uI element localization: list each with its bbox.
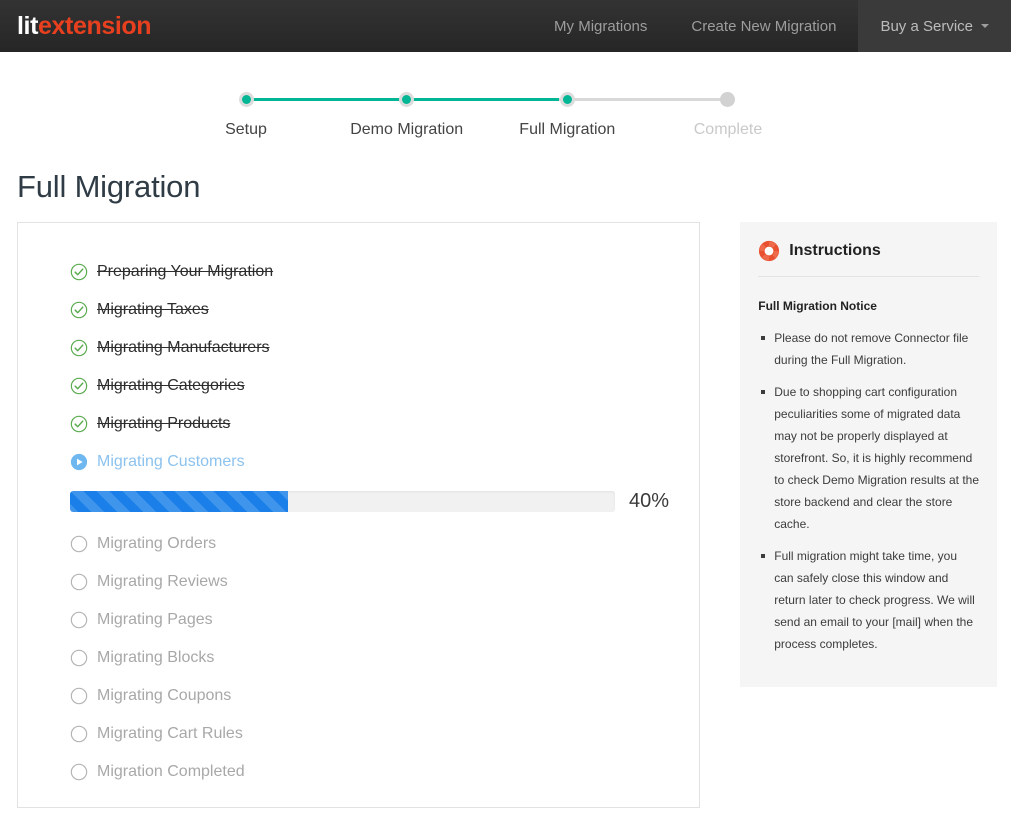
- empty-circle-icon: [70, 725, 88, 743]
- task-row: Migration Completed: [18, 753, 699, 791]
- migration-stepper: Setup Demo Migration Full Migration Comp…: [225, 92, 762, 139]
- lifebuoy-icon: [759, 240, 780, 262]
- task-row: Migrating Products: [18, 405, 699, 443]
- task-row: Migrating Blocks: [18, 639, 699, 677]
- empty-circle-icon: [70, 763, 88, 781]
- instructions-subtitle: Full Migration Notice: [758, 299, 877, 313]
- migration-progress-row: 40%: [18, 481, 699, 525]
- check-circle-icon: [70, 263, 88, 281]
- empty-circle-icon: [70, 535, 88, 553]
- task-label: Migrating Manufacturers: [97, 339, 270, 356]
- nav-item-my-migrations[interactable]: My Migrations: [532, 0, 669, 52]
- task-label: Preparing Your Migration: [97, 263, 274, 280]
- task-label: Migrating Coupons: [97, 687, 232, 704]
- task-label: Migrating Taxes: [97, 301, 209, 318]
- nav-label: Buy a Service: [880, 17, 973, 35]
- instruction-bullet: Please do not remove Connector file duri…: [761, 327, 979, 371]
- task-label: Migration Completed: [97, 763, 245, 780]
- instructions-header: Instructions: [758, 240, 979, 277]
- nav-item-create-new-migration[interactable]: Create New Migration: [669, 0, 858, 52]
- logo-text-lit: lit: [17, 11, 39, 40]
- step-dot-icon: [720, 92, 736, 107]
- task-row: Migrating Categories: [18, 367, 699, 405]
- task-label: Migrating Cart Rules: [97, 725, 243, 742]
- instructions-panel: Instructions Full Migration Notice Pleas…: [740, 222, 997, 687]
- task-label: Migrating Products: [97, 415, 231, 432]
- step-dot-icon: [559, 92, 575, 107]
- migration-progress-panel: Preparing Your Migration Migrating Taxes…: [17, 222, 701, 808]
- nav-label: My Migrations: [554, 17, 648, 35]
- page-title: Full Migration: [17, 169, 201, 204]
- task-label: Migrating Pages: [97, 611, 213, 628]
- task-label: Migrating Orders: [97, 535, 217, 552]
- instruction-bullet: Full migration might take time, you can …: [761, 545, 979, 655]
- top-navbar: lit extension My Migrations Create New Mi…: [0, 0, 1011, 52]
- play-circle-icon: [70, 453, 88, 471]
- primary-navigation: My Migrations Create New Migration Buy a…: [532, 0, 1011, 52]
- task-row: Migrating Manufacturers: [18, 329, 699, 367]
- progress-bar: [70, 490, 615, 512]
- task-row-active: Migrating Customers: [18, 443, 699, 481]
- chevron-down-icon: [981, 24, 989, 28]
- logo-text-extension: extension: [38, 11, 152, 40]
- empty-circle-icon: [70, 687, 88, 705]
- check-circle-icon: [70, 415, 88, 433]
- task-row: Migrating Orders: [18, 525, 699, 563]
- check-circle-icon: [70, 301, 88, 319]
- nav-label: Create New Migration: [691, 17, 837, 35]
- task-row: Migrating Cart Rules: [18, 715, 699, 753]
- litextension-logo[interactable]: lit extension: [0, 0, 152, 52]
- step-label: Complete: [693, 121, 763, 138]
- check-circle-icon: [70, 339, 88, 357]
- task-row: Preparing Your Migration: [18, 253, 699, 291]
- migration-task-list: Preparing Your Migration Migrating Taxes…: [18, 253, 699, 791]
- task-row: Migrating Taxes: [18, 291, 699, 329]
- progress-percent-label: 40%: [629, 489, 670, 512]
- nav-item-buy-a-service[interactable]: Buy a Service: [858, 0, 1011, 52]
- task-row: Migrating Coupons: [18, 677, 699, 715]
- instructions-title: Instructions: [789, 242, 881, 259]
- task-label: Migrating Customers: [97, 453, 245, 470]
- step-dot-icon: [238, 92, 254, 107]
- instruction-bullet: Due to shopping cart configuration pecul…: [761, 381, 979, 535]
- step-dot-icon: [399, 92, 415, 107]
- task-label: Migrating Categories: [97, 377, 245, 394]
- empty-circle-icon: [70, 573, 88, 591]
- instructions-bullet-list: Please do not remove Connector file duri…: [758, 327, 979, 655]
- step-label: Demo Migration: [350, 121, 464, 138]
- task-row: Migrating Pages: [18, 601, 699, 639]
- step-label: Full Migration: [519, 121, 616, 138]
- task-label: Migrating Reviews: [97, 573, 228, 590]
- task-row: Migrating Reviews: [18, 563, 699, 601]
- check-circle-icon: [70, 377, 88, 395]
- empty-circle-icon: [70, 611, 88, 629]
- main-content: Preparing Your Migration Migrating Taxes…: [0, 205, 1011, 808]
- migration-stepper-wrap: Setup Demo Migration Full Migration Comp…: [0, 52, 1011, 157]
- task-label: Migrating Blocks: [97, 649, 215, 666]
- step-label: Setup: [225, 121, 267, 138]
- empty-circle-icon: [70, 649, 88, 667]
- progress-bar-fill: [70, 490, 288, 512]
